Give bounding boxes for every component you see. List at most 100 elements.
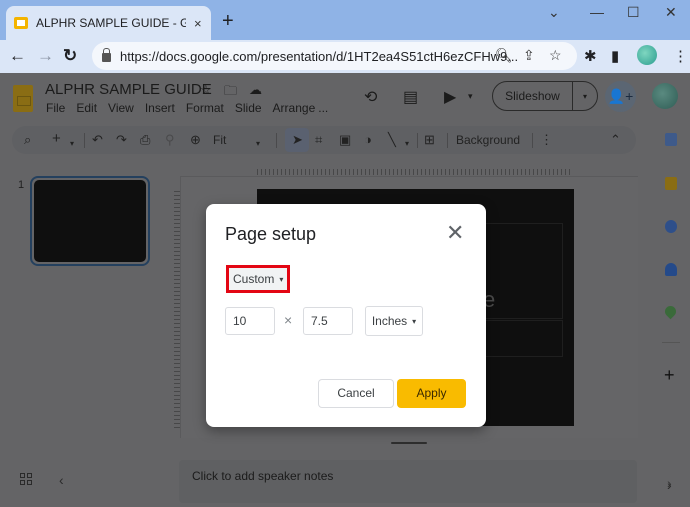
vertical-ruler[interactable] bbox=[174, 191, 180, 431]
menu-more[interactable]: ... bbox=[318, 101, 328, 115]
zoom-level[interactable]: Fit bbox=[213, 132, 226, 148]
extensions-icon[interactable]: ✱ bbox=[584, 47, 597, 65]
tasks-icon[interactable] bbox=[665, 220, 677, 233]
new-tab-button[interactable]: + bbox=[222, 11, 234, 31]
tab-search-icon[interactable]: ⌄ bbox=[548, 4, 560, 21]
account-avatar[interactable] bbox=[652, 83, 678, 109]
unit-dropdown[interactable]: Inches ▾ bbox=[365, 306, 423, 336]
close-window-button[interactable]: ✕ bbox=[665, 4, 677, 21]
search-menus-icon[interactable]: ⌕ bbox=[24, 132, 31, 148]
toolbar-divider bbox=[417, 133, 418, 148]
menu-slide[interactable]: Slide bbox=[235, 101, 262, 115]
screen: ALPHR SAMPLE GUIDE - Google × + ⌄ — ☐ ✕ … bbox=[0, 0, 690, 507]
print-icon[interactable]: ⎙ bbox=[140, 132, 150, 148]
horizontal-ruler[interactable] bbox=[257, 169, 573, 175]
annotation-highlight-box bbox=[226, 265, 290, 293]
undo-icon[interactable]: ↶ bbox=[92, 132, 103, 148]
close-icon[interactable]: ✕ bbox=[446, 222, 464, 244]
width-input[interactable] bbox=[225, 307, 275, 335]
reload-button[interactable]: ↻ bbox=[63, 46, 77, 66]
menu-edit[interactable]: Edit bbox=[76, 101, 97, 115]
maximize-button[interactable]: ☐ bbox=[627, 4, 640, 21]
menu-format[interactable]: Format bbox=[186, 101, 224, 115]
slideshow-label[interactable]: Slideshow bbox=[493, 82, 573, 110]
line-caret-icon[interactable]: ▾ bbox=[405, 136, 409, 152]
new-slide-caret-icon[interactable]: ▾ bbox=[70, 136, 74, 152]
share-page-icon[interactable]: ⇪ bbox=[523, 47, 535, 64]
tab-title: ALPHR SAMPLE GUIDE - Google bbox=[36, 16, 186, 30]
browser-tabstrip: ALPHR SAMPLE GUIDE - Google × + ⌄ — ☐ ✕ bbox=[0, 0, 690, 40]
zoom-icon[interactable]: 🔍︎ bbox=[495, 47, 513, 64]
insert-image-icon[interactable]: ▣ bbox=[339, 132, 351, 148]
select-tool-icon[interactable]: ➤ bbox=[292, 132, 303, 148]
slide-thumbnail-preview bbox=[34, 180, 146, 262]
grid-view-icon[interactable] bbox=[20, 473, 32, 485]
notes-resize-handle[interactable] bbox=[391, 442, 427, 444]
times-icon: × bbox=[284, 312, 293, 328]
forward-button[interactable]: → bbox=[37, 46, 54, 66]
cloud-status-icon[interactable]: ☁ bbox=[249, 82, 262, 98]
address-bar[interactable]: https://docs.google.com/presentation/d/1… bbox=[92, 42, 577, 70]
menu-insert[interactable]: Insert bbox=[145, 101, 175, 115]
toolbar-divider bbox=[532, 133, 533, 148]
chevron-down-icon: ▾ bbox=[412, 316, 417, 326]
slides-logo-icon[interactable] bbox=[13, 85, 33, 112]
meet-caret-icon[interactable]: ▾ bbox=[468, 91, 473, 102]
side-panel: + › bbox=[652, 128, 690, 507]
apply-button[interactable]: Apply bbox=[397, 379, 466, 408]
keep-icon[interactable] bbox=[665, 177, 677, 190]
new-slide-icon[interactable]: + bbox=[52, 131, 61, 147]
comments-icon[interactable]: ▤ bbox=[403, 87, 418, 107]
back-button[interactable]: ← bbox=[9, 46, 26, 66]
more-options-icon[interactable]: ⋮ bbox=[540, 132, 553, 148]
url-text: https://docs.google.com/presentation/d/1… bbox=[120, 48, 519, 64]
dialog-title: Page setup bbox=[225, 224, 317, 244]
speaker-notes[interactable]: Click to add speaker notes bbox=[179, 460, 637, 503]
collapse-toolbar-icon[interactable]: ⌃ bbox=[610, 132, 621, 148]
get-addons-icon[interactable]: + bbox=[664, 365, 675, 386]
tab-close-icon[interactable]: × bbox=[194, 16, 202, 31]
star-icon[interactable]: ☆ bbox=[200, 82, 212, 98]
background-button[interactable]: Background bbox=[456, 132, 520, 148]
zoom-icon[interactable]: ⊕ bbox=[190, 132, 201, 148]
menu-file[interactable]: File bbox=[46, 101, 65, 115]
slideshow-options-caret-icon[interactable]: ▾ bbox=[573, 92, 597, 101]
zoom-caret-icon[interactable]: ▾ bbox=[256, 136, 260, 152]
slide-thumbnail[interactable] bbox=[30, 176, 150, 266]
show-side-panel-icon[interactable]: › bbox=[667, 477, 672, 493]
calendar-icon[interactable] bbox=[665, 133, 677, 146]
minimize-button[interactable]: — bbox=[590, 4, 604, 20]
meet-icon[interactable]: ▶ bbox=[444, 87, 456, 107]
slideshow-button[interactable]: Slideshow ▾ bbox=[492, 81, 598, 111]
grid-cell bbox=[20, 480, 25, 485]
maps-icon[interactable] bbox=[662, 303, 679, 320]
page-setup-dialog: Page setup ✕ Custom ▾ × Inches ▾ Cancel … bbox=[206, 204, 486, 427]
slides-favicon-icon bbox=[14, 17, 28, 29]
lock-icon bbox=[102, 48, 111, 62]
version-history-icon[interactable]: ⟲ bbox=[364, 87, 377, 107]
side-panel-icon[interactable]: ▮ bbox=[611, 47, 619, 65]
slide-number: 1 bbox=[18, 179, 25, 191]
add-comment-icon[interactable]: ⊞ bbox=[424, 132, 435, 148]
bookmark-star-icon[interactable]: ☆ bbox=[549, 47, 562, 64]
shape-icon[interactable]: ◑ bbox=[364, 132, 372, 148]
side-panel-divider bbox=[662, 342, 680, 343]
browser-tab[interactable]: ALPHR SAMPLE GUIDE - Google × bbox=[6, 6, 211, 40]
contacts-icon[interactable] bbox=[665, 263, 677, 276]
height-input[interactable] bbox=[303, 307, 353, 335]
browser-menu-icon[interactable]: ⋮ bbox=[673, 47, 688, 65]
document-title[interactable]: ALPHR SAMPLE GUIDE bbox=[45, 81, 212, 98]
share-button[interactable]: 👤+ bbox=[605, 81, 636, 112]
redo-icon[interactable]: ↷ bbox=[116, 132, 127, 148]
menu-view[interactable]: View bbox=[108, 101, 134, 115]
browser-profile-avatar[interactable] bbox=[637, 45, 657, 65]
paint-format-icon[interactable]: ⚲ bbox=[165, 132, 175, 148]
collapse-filmstrip-icon[interactable]: ‹ bbox=[59, 472, 64, 488]
cancel-button[interactable]: Cancel bbox=[318, 379, 394, 408]
menu-arrange[interactable]: Arrange bbox=[273, 101, 316, 115]
speaker-notes-placeholder: Click to add speaker notes bbox=[192, 469, 334, 483]
editing-toolbar: ⌕ + ▾ ↶ ↷ ⎙ ⚲ ⊕ Fit ▾ ➤ ⌗ ▣ ◑ ╲ ▾ ⊞ Back… bbox=[12, 126, 636, 154]
toolbar-divider bbox=[447, 133, 448, 148]
line-icon[interactable]: ╲ bbox=[388, 132, 396, 148]
text-box-icon[interactable]: ⌗ bbox=[315, 132, 322, 148]
